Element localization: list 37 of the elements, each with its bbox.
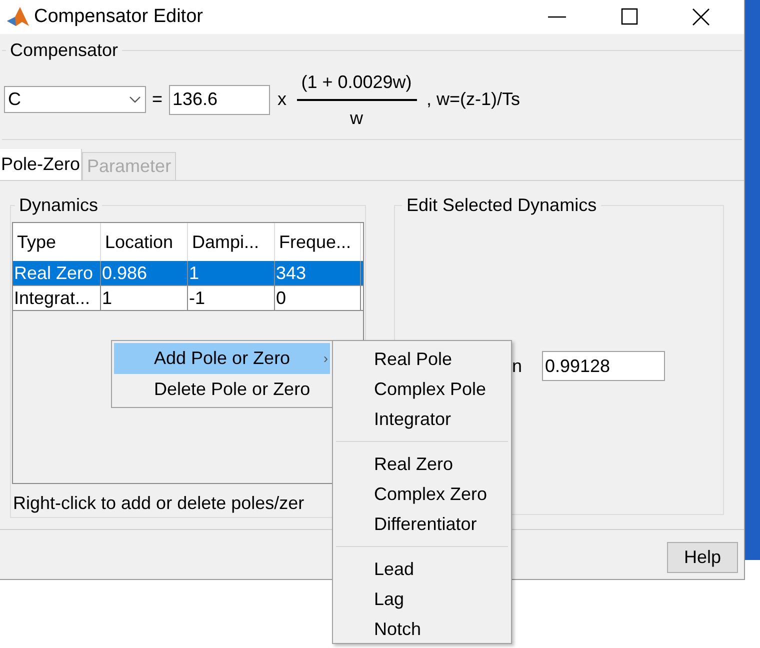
window-title: Compensator Editor (34, 4, 203, 29)
menu-item[interactable]: Differentiator (336, 509, 508, 539)
menu-item[interactable]: Delete Pole or Zero (114, 374, 330, 405)
menu-item[interactable]: Real Pole (336, 344, 508, 374)
numerator: (1 + 0.0029w) (301, 71, 412, 94)
submenu-arrow: › (323, 349, 328, 368)
table-cell: 0.986 (101, 261, 188, 285)
transform-text: , w=(z-1)/Ts (426, 88, 520, 112)
table-row[interactable]: Real Zero 0.986 1 343 (13, 261, 364, 286)
menu-item[interactable]: Integrator (336, 404, 508, 434)
menu-item[interactable]: Add Pole or Zero › (114, 343, 330, 374)
table-cell: Integrat... (13, 286, 101, 310)
compensator-dropdown[interactable]: C (4, 86, 146, 114)
app-logo-icon (6, 6, 30, 28)
menu-item[interactable]: Notch (336, 614, 508, 644)
table-cell: -1 (188, 286, 275, 310)
table-cell: Real Zero (13, 261, 101, 285)
table-cell: 1 (188, 261, 275, 285)
tab[interactable]: Pole-Zero (0, 149, 82, 180)
menu-item[interactable]: Lag (336, 584, 508, 614)
field-label: n (512, 354, 522, 378)
chevron-down-icon (129, 96, 141, 104)
menu-item[interactable]: Complex Pole (336, 374, 508, 404)
table-row[interactable]: Integrat... 1 -1 0 (13, 286, 364, 311)
equals-sign: = (152, 88, 163, 112)
table-cell: 343 (275, 261, 361, 285)
table-cell: 1 (101, 286, 188, 310)
menu-item[interactable]: Lead (336, 554, 508, 584)
denominator: w (350, 106, 364, 130)
menu-item[interactable]: Real Zero (336, 449, 508, 479)
help-button[interactable]: Help (667, 542, 738, 573)
gain-field[interactable]: 136.6 (168, 84, 270, 115)
hint-text: Right-click to add or delete poles/zer (12, 492, 306, 515)
multiply-sign: x (278, 88, 287, 112)
menu-item[interactable]: Complex Zero (336, 479, 508, 509)
value-field[interactable]: 0.99128 (542, 351, 665, 381)
table-cell: 0 (275, 286, 361, 310)
